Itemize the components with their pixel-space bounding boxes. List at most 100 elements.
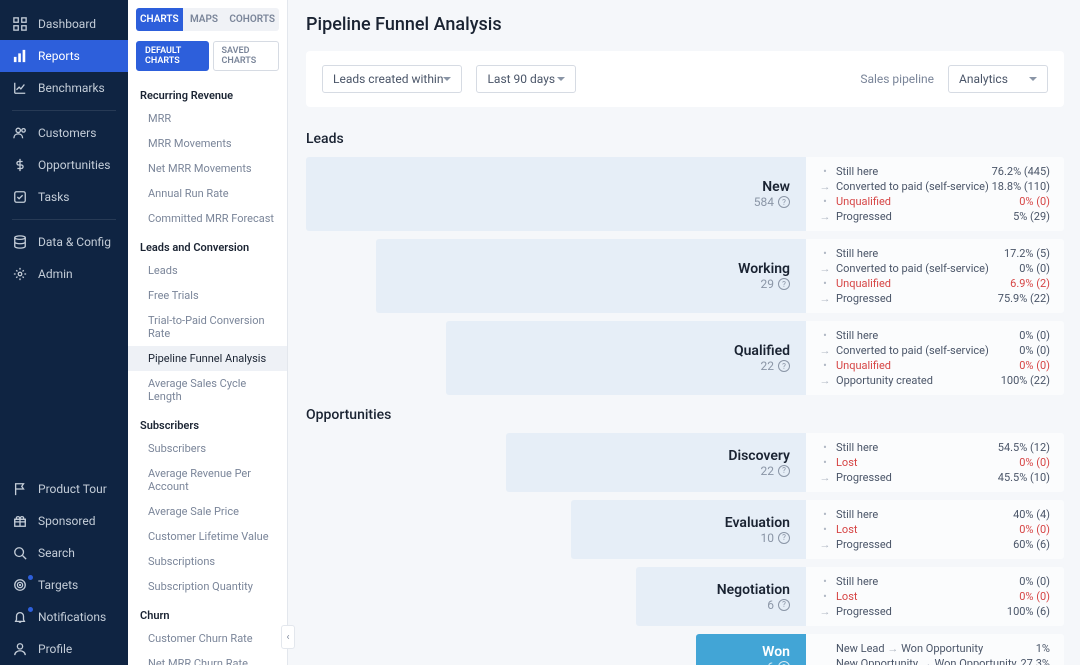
- leads-created-select[interactable]: Leads created within: [322, 65, 462, 93]
- detail-label: Still here: [836, 575, 1019, 588]
- sidebar-item-product-tour[interactable]: Product Tour: [0, 473, 128, 505]
- stage-count: 22 ?: [462, 359, 790, 373]
- help-icon[interactable]: ?: [778, 278, 790, 290]
- help-icon[interactable]: ?: [778, 196, 790, 208]
- funnel-stage[interactable]: Won6 ?: [696, 634, 806, 665]
- sidebar-item-benchmarks[interactable]: Benchmarks: [0, 72, 128, 104]
- stage-title: Negotiation: [652, 582, 790, 598]
- tab-maps[interactable]: MAPS: [183, 8, 226, 31]
- tab-charts[interactable]: CHARTS: [136, 8, 183, 31]
- help-icon[interactable]: ?: [778, 465, 790, 477]
- sidebar-item-label: Customers: [38, 126, 96, 140]
- stage-count: 10 ?: [587, 531, 790, 545]
- sidebar-item-label: Dashboard: [38, 17, 96, 31]
- subnav-link-committed-mrr-forecast[interactable]: Committed MRR Forecast: [128, 206, 287, 231]
- stage-details: •Still here76.2% (445) → Converted to paid…: [806, 157, 1064, 231]
- sidebar-item-sponsored[interactable]: Sponsored: [0, 505, 128, 537]
- funnel-stage[interactable]: Discovery22 ?: [506, 433, 806, 492]
- help-icon[interactable]: ?: [778, 661, 790, 665]
- db-icon: [12, 234, 28, 250]
- select-label: Last 90 days: [487, 72, 555, 86]
- subnav-link-net-mrr-movements[interactable]: Net MRR Movements: [128, 156, 287, 181]
- detail-row: •Unqualified0% (0): [820, 195, 1050, 208]
- subnav-link-leads[interactable]: Leads: [128, 258, 287, 283]
- detail-label: Lost: [836, 590, 1019, 603]
- detail-label: Progressed: [836, 538, 1013, 551]
- detail-row: →Opportunity created100% (22): [820, 374, 1050, 387]
- pipeline-select[interactable]: Analytics: [948, 65, 1048, 93]
- sidebar-item-reports[interactable]: Reports: [0, 40, 128, 72]
- tab-cohorts[interactable]: COHORTS: [225, 8, 279, 31]
- detail-value: 75.9% (22): [998, 292, 1050, 305]
- subnav-link-subscriptions[interactable]: Subscriptions: [128, 549, 287, 574]
- subnav-link-customer-churn-rate[interactable]: Customer Churn Rate: [128, 626, 287, 651]
- reports-subnav: CHARTSMAPSCOHORTS DEFAULT CHARTSSAVED CH…: [128, 0, 288, 665]
- detail-row: •Still here0% (0): [820, 575, 1050, 588]
- subnav-link-average-sale-price[interactable]: Average Sale Price: [128, 499, 287, 524]
- arrow-icon: →: [820, 294, 830, 304]
- help-icon[interactable]: ?: [778, 360, 790, 372]
- subnav-link-mrr-movements[interactable]: MRR Movements: [128, 131, 287, 156]
- subnav-link-free-trials[interactable]: Free Trials: [128, 283, 287, 308]
- detail-row: •Still here76.2% (445): [820, 165, 1050, 178]
- subnav-group-subscribers: Subscribers: [128, 409, 287, 436]
- subtab-default-charts[interactable]: DEFAULT CHARTS: [136, 41, 209, 71]
- arrow-icon: →: [820, 182, 830, 192]
- funnel-stage[interactable]: Negotiation6 ?: [636, 567, 806, 626]
- subnav-group-churn: Churn: [128, 599, 287, 626]
- detail-value: 0% (0): [1019, 456, 1050, 469]
- subnav-link-customer-lifetime-value[interactable]: Customer Lifetime Value: [128, 524, 287, 549]
- detail-row: →Converted to paid (self-service)0% (0): [820, 262, 1050, 275]
- sidebar-item-targets[interactable]: Targets: [0, 569, 128, 601]
- detail-label: Unqualified: [836, 195, 1019, 208]
- stage-title: Working: [392, 261, 790, 277]
- target-icon: [12, 577, 28, 593]
- subnav-link-average-sales-cycle-length[interactable]: Average Sales Cycle Length: [128, 371, 287, 409]
- detail-label: Lost: [836, 523, 1019, 536]
- funnel-stage[interactable]: Evaluation10 ?: [571, 500, 806, 559]
- funnel-stage[interactable]: Qualified22 ?: [446, 321, 806, 395]
- subnav-link-mrr[interactable]: MRR: [128, 106, 287, 131]
- subnav-link-annual-run-rate[interactable]: Annual Run Rate: [128, 181, 287, 206]
- funnel-stage[interactable]: New584 ?: [306, 157, 806, 231]
- sidebar-item-label: Reports: [38, 49, 80, 63]
- funnel-row-negotiation: Negotiation6 ?•Still here0% (0)•Lost0% (…: [306, 567, 1064, 626]
- detail-label: Converted to paid (self-service): [836, 180, 992, 193]
- detail-value: 18.8% (110): [992, 180, 1050, 193]
- sidebar-item-dashboard[interactable]: Dashboard: [0, 8, 128, 40]
- detail-row: •Still here54.5% (12): [820, 441, 1050, 454]
- funnel-row-discovery: Discovery22 ?•Still here54.5% (12)•Lost0…: [306, 433, 1064, 492]
- funnel-stage[interactable]: Working29 ?: [376, 239, 806, 313]
- subtab-saved-charts[interactable]: SAVED CHARTS: [213, 41, 279, 71]
- sidebar-item-label: Search: [38, 546, 75, 560]
- sidebar-item-tasks[interactable]: Tasks: [0, 181, 128, 213]
- sidebar-item-notifications[interactable]: Notifications: [0, 601, 128, 633]
- help-icon[interactable]: ?: [778, 532, 790, 544]
- date-range-select[interactable]: Last 90 days: [476, 65, 576, 93]
- sidebar-item-data-config[interactable]: Data & Config: [0, 226, 128, 258]
- sidebar-item-customers[interactable]: Customers: [0, 117, 128, 149]
- sidebar-item-opportunities[interactable]: Opportunities: [0, 149, 128, 181]
- bullet-icon: •: [820, 592, 830, 602]
- gear-icon: [12, 266, 28, 282]
- subnav-link-average-revenue-per-account[interactable]: Average Revenue Per Account: [128, 461, 287, 499]
- subnav-link-subscription-quantity[interactable]: Subscription Quantity: [128, 574, 287, 599]
- sidebar-item-search[interactable]: Search: [0, 537, 128, 569]
- detail-label: Still here: [836, 329, 1019, 342]
- funnel-row-new: New584 ? •Still here76.2% (445) → Converted…: [306, 157, 1064, 231]
- bullet-icon: •: [820, 510, 830, 520]
- subnav-link-net-mrr-churn-rate[interactable]: Net MRR Churn Rate: [128, 651, 287, 665]
- user-icon: [12, 641, 28, 657]
- subnav-link-trial-to-paid-conversion-rate[interactable]: Trial-to-Paid Conversion Rate: [128, 308, 287, 346]
- bullet-icon: •: [820, 525, 830, 535]
- subnav-link-subscribers[interactable]: Subscribers: [128, 436, 287, 461]
- detail-value: 60% (6): [1013, 538, 1050, 551]
- stage-details: •Still here0% (0)•Lost0% (0)→Progressed1…: [806, 567, 1064, 626]
- sidebar-item-admin[interactable]: Admin: [0, 258, 128, 290]
- subnav-link-pipeline-funnel-analysis[interactable]: Pipeline Funnel Analysis: [128, 346, 287, 371]
- help-icon[interactable]: ?: [778, 599, 790, 611]
- collapse-subnav-button[interactable]: ‹: [281, 625, 295, 649]
- sidebar-item-profile[interactable]: Profile: [0, 633, 128, 665]
- detail-row: →Progressed60% (6): [820, 538, 1050, 551]
- sidebar-item-label: Notifications: [38, 610, 106, 624]
